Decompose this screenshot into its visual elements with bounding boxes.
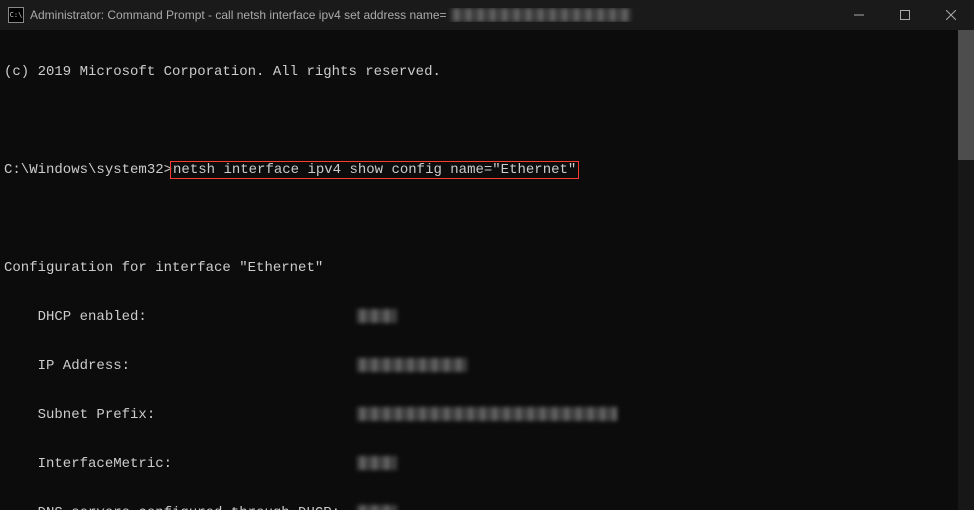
config-label: Subnet Prefix: [4, 407, 357, 423]
redacted-value [357, 358, 467, 372]
maximize-button[interactable] [882, 0, 928, 30]
copyright-line: (c) 2019 Microsoft Corporation. All righ… [4, 64, 970, 81]
blank-line [4, 211, 970, 228]
config-label: DHCP enabled: [4, 309, 357, 325]
command-line-1: C:\Windows\system32>netsh interface ipv4… [4, 162, 970, 179]
window-title-text: Administrator: Command Prompt - call net… [30, 8, 447, 22]
blank-line [4, 113, 970, 130]
window-controls [836, 0, 974, 30]
command-highlighted: netsh interface ipv4 show config name="E… [170, 161, 579, 179]
redacted-value [357, 407, 617, 421]
config-row: DNS servers configured through DHCP: [4, 505, 970, 510]
redacted-value [357, 505, 397, 510]
terminal-output[interactable]: (c) 2019 Microsoft Corporation. All righ… [0, 30, 974, 510]
config-row: InterfaceMetric: [4, 456, 970, 473]
redacted-value [357, 309, 397, 323]
window-titlebar: C:\ Administrator: Command Prompt - call… [0, 0, 974, 30]
config-row: Subnet Prefix: [4, 407, 970, 424]
vertical-scrollbar[interactable] [958, 30, 974, 510]
config-label: IP Address: [4, 358, 357, 374]
redacted-title [451, 8, 631, 22]
scrollbar-thumb[interactable] [958, 30, 974, 160]
redacted-value [357, 456, 397, 470]
cmd-icon: C:\ [8, 7, 24, 23]
config-label: DNS servers configured through DHCP: [4, 505, 357, 510]
config-header: Configuration for interface "Ethernet" [4, 260, 970, 277]
minimize-button[interactable] [836, 0, 882, 30]
config-row: DHCP enabled: [4, 309, 970, 326]
prompt: C:\Windows\system32> [4, 162, 172, 178]
config-label: InterfaceMetric: [4, 456, 357, 472]
close-button[interactable] [928, 0, 974, 30]
window-title: Administrator: Command Prompt - call net… [30, 8, 836, 22]
config-row: IP Address: [4, 358, 970, 375]
